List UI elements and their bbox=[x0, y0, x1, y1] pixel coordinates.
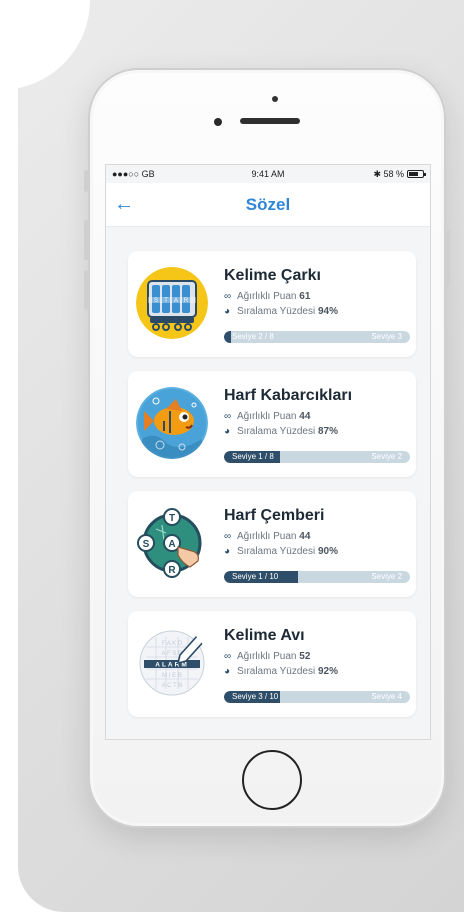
rank-percent-value: 94% bbox=[317, 306, 338, 317]
wheel-letter: A bbox=[174, 298, 178, 304]
nav-bar: ← Sözel bbox=[106, 183, 430, 227]
fish-bubbles-thumbnail-icon bbox=[136, 387, 208, 459]
link-icon: ∞ bbox=[224, 651, 232, 662]
level-progress-bar: Seviye 1 / 8 Seviye 2 bbox=[224, 451, 410, 463]
pie-icon: ◕ bbox=[224, 546, 231, 557]
link-icon: ∞ bbox=[224, 531, 232, 542]
rank-percent-row: ◕ Sıralama Yüzdesi 90% bbox=[224, 546, 338, 557]
weighted-points-row: ∞ Ağırlıklı Puan 44 bbox=[224, 411, 311, 422]
rank-percent-row: ◕ Sıralama Yüzdesi 94% bbox=[224, 306, 338, 317]
wheel-letter: R bbox=[184, 298, 189, 304]
word-search-thumbnail-icon: F A K D A F S R ALARM M I E B A C T B bbox=[139, 630, 206, 696]
volume-down-button bbox=[84, 270, 88, 310]
link-icon: ∞ bbox=[224, 411, 232, 422]
game-card-kelime-carki[interactable]: S T A R Kelime Çarkı ∞ Ağırlıklı Puan 61 … bbox=[128, 251, 416, 357]
mute-switch bbox=[84, 170, 88, 192]
level-progress-bar: Seviye 2 / 8 Seviye 3 bbox=[224, 331, 410, 343]
rank-percent-value: 87% bbox=[317, 426, 338, 437]
rank-percent-row: ◕ Sıralama Yüzdesi 92% bbox=[224, 666, 338, 677]
power-button bbox=[446, 230, 450, 286]
circle-letter: S bbox=[143, 539, 150, 550]
game-title: Harf Kabarcıkları bbox=[224, 387, 353, 404]
front-camera bbox=[214, 118, 222, 126]
level-progress-fill bbox=[224, 331, 232, 343]
grid-letters: F A K D bbox=[162, 641, 183, 647]
sensor-dot bbox=[272, 96, 278, 102]
grid-letters: M I E B bbox=[162, 673, 182, 679]
next-level-label: Seviye 2 bbox=[371, 452, 402, 461]
link-icon: ∞ bbox=[224, 291, 232, 302]
game-card-harf-cemberi[interactable]: T S A R Harf Çemberi ∞ Ağırlıklı Puan 44 … bbox=[128, 491, 416, 597]
weighted-points-value: 44 bbox=[299, 531, 311, 542]
battery-icon bbox=[407, 170, 426, 178]
wheel-letter: S bbox=[154, 298, 158, 304]
pie-icon: ◕ bbox=[224, 426, 231, 437]
pie-icon: ◕ bbox=[224, 666, 231, 677]
current-level-label: Seviye 3 / 10 bbox=[232, 692, 279, 701]
wheel-letter: T bbox=[164, 298, 168, 304]
page-title: Sözel bbox=[245, 195, 291, 214]
game-title: Kelime Çarkı bbox=[224, 267, 321, 284]
weighted-points-value: 61 bbox=[299, 291, 311, 302]
status-bar: ●●●○○ GB 9:41 AM ✱ 58 % bbox=[106, 165, 430, 183]
current-level-label: Seviye 2 / 8 bbox=[232, 332, 274, 341]
current-level-label: Seviye 1 / 8 bbox=[232, 452, 274, 461]
weighted-points-row: ∞ Ağırlıklı Puan 52 bbox=[224, 651, 311, 662]
weighted-points-row: ∞ Ağırlıklı Puan 61 bbox=[224, 291, 311, 302]
current-level-label: Seviye 1 / 10 bbox=[232, 572, 279, 581]
weighted-points-value: 44 bbox=[299, 411, 311, 422]
word-wheel-thumbnail-icon: S T A R bbox=[136, 267, 208, 339]
home-button[interactable] bbox=[242, 750, 302, 810]
rank-percent-row: ◕ Sıralama Yüzdesi 87% bbox=[224, 426, 338, 437]
battery-percent: ✱ 58 % bbox=[373, 169, 404, 179]
letter-circle-thumbnail-icon: T S A R bbox=[137, 508, 202, 578]
circle-letter: R bbox=[168, 565, 176, 576]
volume-up-button bbox=[84, 220, 88, 260]
weighted-points-row: ∞ Ağırlıklı Puan 44 bbox=[224, 531, 311, 542]
level-progress-bar: Seviye 1 / 10 Seviye 2 bbox=[224, 571, 410, 583]
weighted-points-value: 52 bbox=[299, 651, 311, 662]
rank-percent-value: 90% bbox=[317, 546, 338, 557]
game-title: Harf Çemberi bbox=[224, 507, 325, 524]
phone-frame: ●●●○○ GB 9:41 AM ✱ 58 % ← Sözel S T A R bbox=[84, 68, 450, 828]
circle-letter: A bbox=[168, 539, 175, 550]
next-level-label: Seviye 4 bbox=[371, 692, 402, 701]
circle-letter: T bbox=[169, 513, 175, 524]
next-level-label: Seviye 2 bbox=[371, 572, 402, 581]
game-card-kelime-avi[interactable]: F A K D A F S R ALARM M I E B A C T B Ke… bbox=[128, 611, 416, 717]
highlighted-word: ALARM bbox=[155, 662, 188, 669]
game-card-harf-kabarciklari[interactable]: Harf Kabarcıkları ∞ Ağırlıklı Puan 44 ◕ Sı… bbox=[128, 371, 416, 477]
level-progress-bar: Seviye 3 / 10 Seviye 4 bbox=[224, 691, 410, 703]
game-title: Kelime Avı bbox=[224, 627, 305, 644]
earpiece-speaker bbox=[240, 118, 300, 124]
pie-icon: ◕ bbox=[224, 306, 231, 317]
grid-letters: A C T B bbox=[162, 683, 182, 689]
next-level-label: Seviye 3 bbox=[371, 332, 402, 341]
app-screen: ●●●○○ GB 9:41 AM ✱ 58 % ← Sözel S T A R bbox=[105, 164, 431, 740]
rank-percent-value: 92% bbox=[317, 666, 338, 677]
